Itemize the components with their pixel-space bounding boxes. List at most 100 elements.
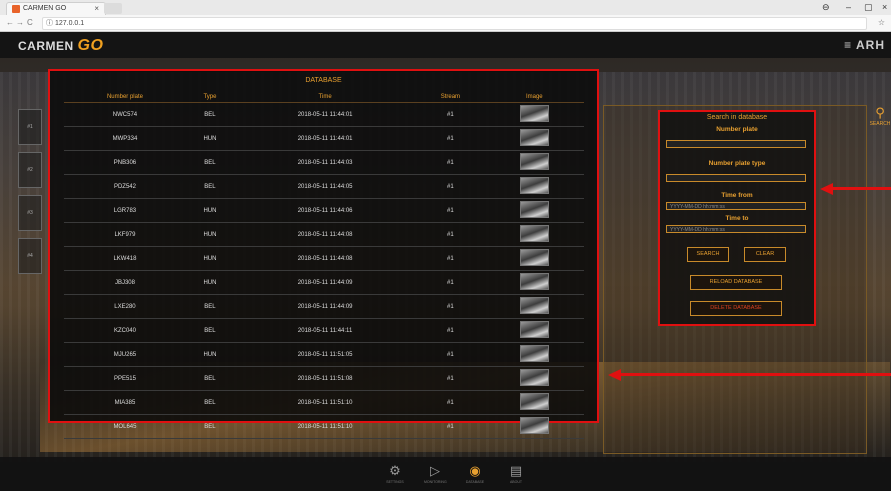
- cell-stream: #1: [416, 246, 485, 271]
- new-tab-button[interactable]: [104, 3, 122, 14]
- cell-number-plate: MOL645: [64, 414, 186, 439]
- plate-thumbnail-image[interactable]: [519, 177, 549, 194]
- plate-thumbnail-image[interactable]: [519, 321, 549, 338]
- plate-thumbnail-image[interactable]: [519, 225, 549, 242]
- brand-text: ARH: [856, 38, 885, 52]
- table-row[interactable]: MOL645 BEL 2018-05-11 11:51:10 #1: [64, 414, 584, 439]
- table-row[interactable]: KZC040 BEL 2018-05-11 11:44:11 #1: [64, 318, 584, 343]
- plate-thumbnail-image[interactable]: [519, 417, 549, 434]
- table-row[interactable]: LGR783 HUN 2018-05-11 11:44:06 #1: [64, 198, 584, 223]
- database-panel: DATABASE Number plate Type Time Stream I…: [48, 69, 599, 439]
- database-nav[interactable]: ◉ DATABASE: [464, 463, 486, 484]
- cell-image[interactable]: [484, 342, 584, 367]
- cell-number-plate: LXE280: [64, 294, 186, 319]
- cell-image[interactable]: [484, 246, 584, 271]
- carmen-favicon-icon: [12, 5, 20, 13]
- search-button[interactable]: SEARCH: [687, 247, 729, 262]
- col-number-plate[interactable]: Number plate: [64, 91, 186, 103]
- plate-thumbnail-image[interactable]: [519, 129, 549, 146]
- plate-thumbnail-image[interactable]: [519, 273, 549, 290]
- cell-time: 2018-05-11 11:44:03: [234, 150, 417, 175]
- plate-thumbnail-image[interactable]: [519, 105, 549, 122]
- col-time[interactable]: Time: [234, 91, 417, 103]
- document-icon: ▤: [509, 463, 523, 478]
- forward-icon[interactable]: →: [16, 18, 24, 27]
- arh-brand-logo: ≡ ARH: [844, 38, 885, 52]
- database-label: DATABASE: [465, 480, 485, 484]
- browser-tab[interactable]: CARMEN GO ×: [6, 2, 106, 16]
- cell-number-plate: LKW418: [64, 246, 186, 271]
- browser-tab-bar: CARMEN GO × ⊖ – ▢ ×: [0, 0, 891, 16]
- time-from-input[interactable]: YYYY-MM-DD hh:mm:ss: [666, 202, 806, 210]
- settings-icon: ⚙: [389, 463, 401, 478]
- cell-type: HUN: [185, 126, 235, 151]
- cell-stream: #1: [416, 126, 485, 151]
- cell-time: 2018-05-11 11:44:01: [234, 102, 417, 127]
- tab-close-icon[interactable]: ×: [94, 4, 99, 13]
- plate-thumbnail-image[interactable]: [519, 393, 549, 410]
- table-row[interactable]: MIA385 BEL 2018-05-11 11:51:10 #1: [64, 390, 584, 415]
- search-side-tab[interactable]: ⚲ SEARCH: [867, 105, 891, 145]
- table-row[interactable]: JBJ308 HUN 2018-05-11 11:44:09 #1: [64, 270, 584, 295]
- table-row[interactable]: PPE515 BEL 2018-05-11 11:51:08 #1: [64, 366, 584, 391]
- table-row[interactable]: PNB306 BEL 2018-05-11 11:44:03 #1: [64, 150, 584, 175]
- settings-nav[interactable]: ⚙ SETTINGS: [384, 463, 406, 484]
- cell-image[interactable]: [484, 366, 584, 391]
- plate-type-label: Number plate type: [708, 160, 766, 167]
- cell-image[interactable]: [484, 174, 584, 199]
- cell-time: 2018-05-11 11:44:06: [234, 198, 417, 223]
- about-nav[interactable]: ▤ ABOUT: [505, 463, 527, 484]
- delete-database-button[interactable]: DELETE DATABASE: [690, 301, 782, 316]
- cell-time: 2018-05-11 11:51:10: [234, 414, 417, 439]
- bookmark-star-icon[interactable]: ☆: [878, 18, 885, 27]
- cell-number-plate: MJU265: [64, 342, 186, 367]
- reload-icon[interactable]: C: [27, 18, 33, 27]
- cell-image[interactable]: [484, 270, 584, 295]
- url-field[interactable]: ⓘ 127.0.0.1: [42, 17, 867, 30]
- cell-image[interactable]: [484, 294, 584, 319]
- plate-type-input[interactable]: [666, 174, 806, 182]
- plate-thumbnail-image[interactable]: [519, 249, 549, 266]
- clear-button[interactable]: CLEAR: [744, 247, 786, 262]
- cell-number-plate: MIA385: [64, 390, 186, 415]
- plate-thumbnail-image[interactable]: [519, 369, 549, 386]
- col-image[interactable]: Image: [484, 91, 584, 103]
- stream-tile-2[interactable]: #2: [18, 152, 42, 188]
- table-row[interactable]: MJU265 HUN 2018-05-11 11:51:05 #1: [64, 342, 584, 367]
- table-row[interactable]: LXE280 BEL 2018-05-11 11:44:09 #1: [64, 294, 584, 319]
- stream-tile-4[interactable]: #4: [18, 238, 42, 274]
- cell-image[interactable]: [484, 222, 584, 247]
- app-header: CARMEN GO ≡ ARH: [0, 32, 891, 58]
- cell-image[interactable]: [484, 414, 584, 439]
- cell-type: HUN: [185, 246, 235, 271]
- cell-image[interactable]: [484, 390, 584, 415]
- close-window-button[interactable]: ×: [882, 2, 887, 12]
- table-row[interactable]: LKW418 HUN 2018-05-11 11:44:08 #1: [64, 246, 584, 271]
- col-stream[interactable]: Stream: [416, 91, 485, 103]
- plate-thumbnail-image[interactable]: [519, 345, 549, 362]
- plate-thumbnail-image[interactable]: [519, 153, 549, 170]
- number-plate-input[interactable]: [666, 140, 806, 148]
- stream-tile-1[interactable]: #1: [18, 109, 42, 145]
- monitoring-nav[interactable]: ▷ MONITORING: [424, 463, 447, 484]
- plate-thumbnail-image[interactable]: [519, 201, 549, 218]
- reload-database-button[interactable]: RELOAD DATABASE: [690, 275, 782, 290]
- account-icon[interactable]: ⊖: [822, 2, 830, 13]
- col-type[interactable]: Type: [185, 91, 235, 103]
- cell-image[interactable]: [484, 150, 584, 175]
- cell-image[interactable]: [484, 102, 584, 127]
- table-row[interactable]: MWP334 HUN 2018-05-11 11:44:01 #1: [64, 126, 584, 151]
- maximize-button[interactable]: ▢: [864, 2, 873, 13]
- stream-tile-3[interactable]: #3: [18, 195, 42, 231]
- table-row[interactable]: NWC574 BEL 2018-05-11 11:44:01 #1: [64, 102, 584, 127]
- cell-image[interactable]: [484, 318, 584, 343]
- table-row[interactable]: LKF979 HUN 2018-05-11 11:44:08 #1: [64, 222, 584, 247]
- minimize-button[interactable]: –: [846, 2, 851, 12]
- cell-time: 2018-05-11 11:51:08: [234, 366, 417, 391]
- back-icon[interactable]: ←: [6, 18, 14, 27]
- table-row[interactable]: PDZ542 BEL 2018-05-11 11:44:05 #1: [64, 174, 584, 199]
- cell-image[interactable]: [484, 126, 584, 151]
- plate-thumbnail-image[interactable]: [519, 297, 549, 314]
- cell-image[interactable]: [484, 198, 584, 223]
- time-to-input[interactable]: YYYY-MM-DD hh:mm:ss: [666, 225, 806, 233]
